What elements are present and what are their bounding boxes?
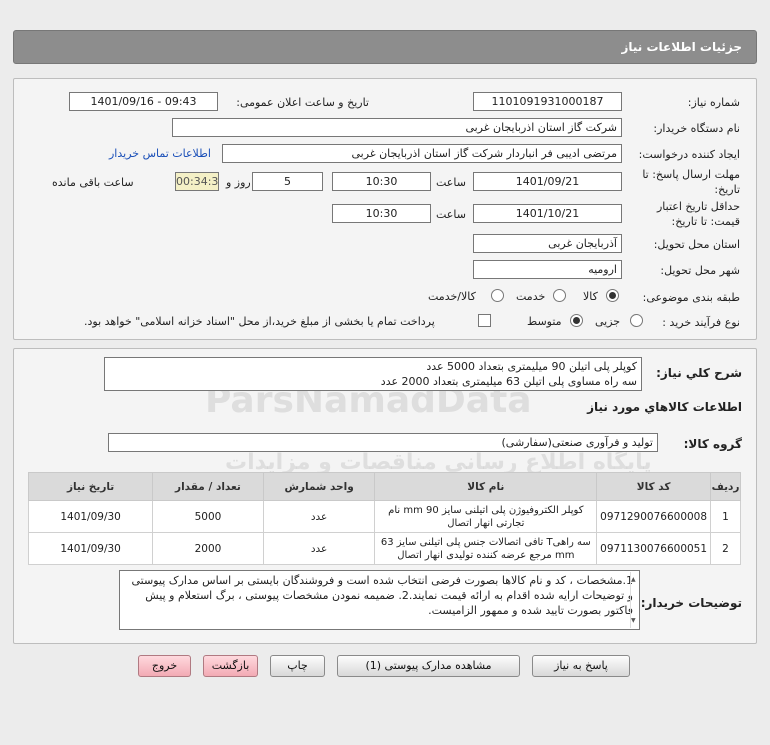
notes-scrollbar[interactable]: ▲ ▼	[630, 572, 638, 628]
col-need-date: تاریخ نیاز	[27, 472, 154, 501]
cell-row: 2	[710, 532, 741, 565]
category-radio-goods-service[interactable]	[491, 289, 504, 302]
goods-table: ردیف کد کالا نام کالا واحد شمارش تعداد /…	[27, 472, 741, 565]
cell-need-date: 1401/09/30	[27, 500, 154, 533]
view-attachments-button[interactable]: مشاهده مدارک پیوستی (1)	[337, 655, 520, 677]
col-name: نام کالا	[374, 472, 598, 501]
reply-date-field: 1401/09/21	[473, 172, 622, 191]
scroll-down-icon[interactable]: ▼	[631, 613, 636, 628]
announce-datetime-field: 1401/09/16 - 09:43	[69, 92, 218, 111]
buyer-notes-box: 1.مشخصات ، کد و نام کالاها بصورت فرضی ان…	[119, 570, 640, 630]
category-radio-goods[interactable]	[606, 289, 619, 302]
exit-button[interactable]: خروج	[138, 655, 191, 677]
purchase-type-label: نوع فرآیند خرید :	[662, 316, 740, 329]
cell-quantity: 2000	[152, 532, 264, 565]
goods-group-label: گروه کالا:	[683, 437, 742, 451]
requester-label: ایجاد کننده درخواست:	[638, 148, 740, 161]
price-validity-time-field: 10:30	[332, 204, 431, 223]
purchase-type-option-minor: جزیی	[595, 315, 621, 328]
purchase-type-option-medium: متوسط	[527, 315, 562, 328]
cell-name: کوپلر الکتروفیوژن پلی اتیلنی سایز 90 mm …	[374, 500, 598, 533]
reply-button[interactable]: پاسخ به نیاز	[532, 655, 630, 677]
need-number-label: شماره نیاز:	[687, 96, 740, 109]
buyer-notes-text: 1.مشخصات ، کد و نام کالاها بصورت فرضی ان…	[131, 574, 634, 617]
buyer-org-field: شرکت گاز استان اذربایجان غربی	[172, 118, 622, 137]
back-button[interactable]: بازگشت	[203, 655, 258, 677]
summary-label: شرح کلي نياز:	[656, 366, 742, 380]
buyer-contact-link[interactable]: اطلاعات تماس خریدار	[109, 147, 211, 160]
reply-time-label: ساعت	[436, 176, 466, 189]
col-quantity: تعداد / مقدار	[152, 472, 264, 501]
category-label: طبقه بندی موضوعی:	[642, 291, 740, 304]
table-row: 1 0971290076600008 کوپلر الکتروفیوژن پلی…	[27, 500, 741, 533]
col-row: ردیف	[710, 472, 741, 501]
treasury-bonds-checkbox[interactable]	[478, 314, 491, 327]
announce-datetime-label: تاریخ و ساعت اعلان عمومی:	[236, 96, 369, 109]
col-unit: واحد شمارش	[262, 472, 376, 501]
category-option-service: خدمت	[516, 290, 546, 303]
price-validity-label: حداقل تاریخ اعتبار	[656, 200, 740, 213]
category-option-goods-service: کالا/خدمت	[428, 290, 476, 303]
category-radio-service[interactable]	[553, 289, 566, 302]
print-button[interactable]: چاپ	[270, 655, 325, 677]
cell-code: 0971130076600051	[596, 532, 712, 565]
cell-unit: عدد	[262, 500, 376, 533]
treasury-bonds-label: پرداخت تمام یا بخشی از مبلغ خرید،از محل …	[84, 315, 435, 328]
buyer-org-label: نام دستگاه خریدار:	[653, 122, 740, 135]
price-validity-date-field: 1401/10/21	[473, 204, 622, 223]
remaining-days-field: 5	[252, 172, 323, 191]
cell-need-date: 1401/09/30	[27, 532, 154, 565]
reply-deadline-label: مهلت ارسال پاسخ: تا	[642, 168, 740, 181]
summary-line-1: کوپلر پلی اتیلن 90 میلیمتری بتعداد 5000 …	[426, 360, 637, 373]
col-code: کد کالا	[596, 472, 712, 501]
purchase-type-radio-medium[interactable]	[570, 314, 583, 327]
summary-box: کوپلر پلی اتیلن 90 میلیمتری بتعداد 5000 …	[104, 357, 642, 391]
cell-quantity: 5000	[152, 500, 264, 533]
cell-code: 0971290076600008	[596, 500, 712, 533]
goods-info-title: اطلاعات کالاهاي مورد نياز	[587, 400, 742, 414]
price-validity-label-2: قیمت: تا تاریخ:	[671, 215, 740, 228]
cell-name: سه راهیT تافی اتصالات جنس پلی اتیلنی سای…	[374, 532, 598, 565]
summary-line-2: سه راه مساوی پلی اتیلن 63 میلیمتری بتعدا…	[380, 375, 637, 388]
goods-table-header: ردیف کد کالا نام کالا واحد شمارش تعداد /…	[27, 472, 741, 501]
goods-group-field: تولید و فرآوری صنعتی(سفارشی)	[108, 433, 658, 452]
price-validity-time-label: ساعت	[436, 208, 466, 221]
buyer-notes-label: توضیحات خریدار:	[640, 596, 742, 610]
delivery-city-field: ارومیه	[473, 260, 622, 279]
scroll-up-icon[interactable]: ▲	[631, 572, 636, 587]
reply-time-field: 10:30	[332, 172, 431, 191]
days-label: روز و	[226, 176, 251, 189]
need-number-field: 1101091931000187	[473, 92, 622, 111]
delivery-city-label: شهر محل تحویل:	[660, 264, 740, 277]
category-option-goods: کالا	[583, 290, 598, 303]
remaining-time-field: 00:34:36	[175, 172, 219, 191]
page-title: جزئیات اطلاعات نیاز	[621, 40, 742, 54]
delivery-province-label: استان محل تحویل:	[653, 238, 740, 251]
requester-field: مرتضی ادیبی فر انباردار شرکت گاز استان ا…	[222, 144, 622, 163]
remaining-time-label: ساعت باقی مانده	[52, 176, 134, 189]
cell-row: 1	[710, 500, 741, 533]
purchase-type-radio-minor[interactable]	[630, 314, 643, 327]
cell-unit: عدد	[262, 532, 376, 565]
delivery-province-field: آذربایجان غربی	[473, 234, 622, 253]
table-row: 2 0971130076600051 سه راهیT تافی اتصالات…	[27, 532, 741, 565]
reply-deadline-label-2: تاریخ:	[714, 183, 740, 196]
page-header: جزئیات اطلاعات نیاز	[13, 30, 757, 64]
